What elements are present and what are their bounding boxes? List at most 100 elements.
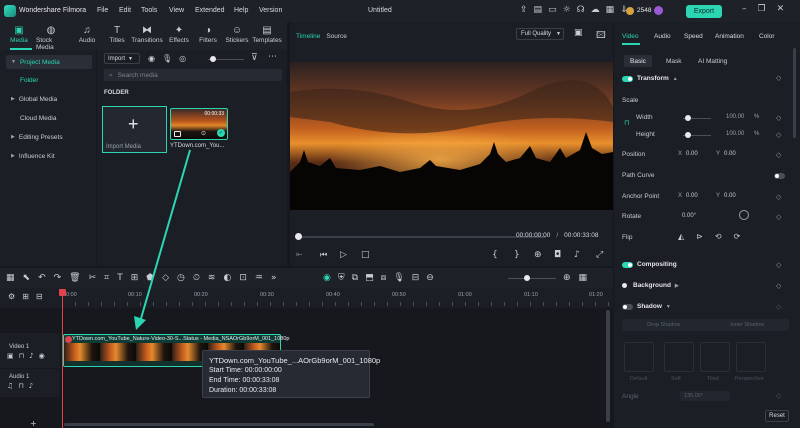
add-icon[interactable]: +	[30, 419, 37, 428]
rotate-field[interactable]: 0.00°	[682, 213, 696, 219]
add-track-icon[interactable]: ⊞	[22, 292, 29, 301]
angle-field[interactable]: 135.00°	[680, 391, 730, 401]
tab-effects[interactable]: ✦ Effects	[164, 24, 194, 44]
slider-knob[interactable]	[685, 132, 691, 138]
clip-icon[interactable]: ⊟	[412, 273, 420, 283]
rotate-left-icon[interactable]: ⟲	[715, 232, 722, 241]
path-curve-toggle[interactable]	[774, 173, 785, 179]
restore-icon[interactable]: ❐	[758, 4, 766, 14]
camera-icon[interactable]: ◘	[554, 250, 561, 260]
search-input[interactable]: ⌕ Search media	[104, 69, 282, 81]
grid-icon[interactable]: ▦	[606, 5, 615, 15]
reset-button[interactable]: Reset	[765, 410, 789, 422]
width-slider[interactable]	[683, 115, 711, 121]
position-y-field[interactable]: 0.00	[724, 151, 736, 157]
credits-badge[interactable]: 2548	[626, 6, 664, 15]
document-icon[interactable]: ▤	[534, 5, 543, 15]
timer-icon[interactable]: ⏲	[193, 273, 200, 283]
subtab-ai-matting[interactable]: AI Matting	[692, 55, 733, 67]
more-icon[interactable]: ⋯	[268, 52, 277, 62]
filter-icon[interactable]: ⊽	[251, 53, 258, 63]
more-tools-icon[interactable]: »	[271, 273, 277, 283]
preview-icon[interactable]: ⊙	[201, 130, 206, 137]
tab-audio[interactable]: ♫ Audio	[72, 24, 102, 44]
text-tool-icon[interactable]: T	[117, 273, 123, 283]
playhead-handle[interactable]	[59, 289, 66, 296]
rotate-right-icon[interactable]: ⟳	[734, 232, 741, 241]
tab-source-preview[interactable]: Source	[326, 33, 347, 40]
track-volume-icon[interactable]: ♪	[29, 382, 33, 390]
snap-icon[interactable]: ◉	[323, 273, 331, 283]
keyframe-tool-icon[interactable]: ◇	[162, 273, 169, 283]
cloud-icon[interactable]: ☁	[591, 5, 600, 15]
microphone-icon[interactable]: 🎙	[162, 54, 172, 63]
speed-icon[interactable]: ◷	[177, 273, 185, 283]
tab-media[interactable]: ▣ Media	[4, 24, 34, 44]
shadow-section[interactable]: Shadow ▼	[622, 303, 671, 310]
quality-dropdown[interactable]: Full Quality ▼	[516, 28, 564, 40]
playhead[interactable]	[59, 289, 66, 428]
select-tool-icon[interactable]: ⬉	[23, 273, 31, 283]
step-back-icon[interactable]: ⏮	[320, 250, 327, 260]
track-eye-icon[interactable]: ◉	[39, 352, 45, 360]
keyframe-icon[interactable]: ◇	[776, 282, 781, 290]
tab-templates[interactable]: ▤ Templates	[252, 24, 282, 44]
adjust-icon[interactable]: ≋	[208, 273, 216, 283]
track-audio-icon[interactable]: ♪	[29, 352, 33, 360]
width-value[interactable]: 100.00	[726, 114, 744, 120]
slider-knob[interactable]	[524, 275, 530, 281]
redo-icon[interactable]: ↷	[54, 273, 62, 283]
menu-view[interactable]: View	[169, 7, 184, 14]
previous-frame-icon[interactable]: ⇤	[296, 250, 303, 259]
cut-icon[interactable]: ✂	[89, 273, 97, 283]
eye-icon[interactable]: ◉	[148, 54, 155, 63]
export-button[interactable]: Export	[686, 5, 722, 18]
import-media-card[interactable]: + Import Media	[102, 106, 167, 153]
marker-icon[interactable]: ⬟	[146, 273, 154, 283]
crop-icon[interactable]: ⌗	[104, 273, 109, 283]
shadow-preset-perspective[interactable]	[736, 342, 766, 372]
ai-tool-icon[interactable]: ⊡	[239, 273, 247, 283]
shadow-preset-default[interactable]	[624, 342, 654, 372]
scrubber-knob[interactable]	[295, 233, 302, 240]
zoom-icon[interactable]: ⊕	[534, 250, 542, 260]
menu-file[interactable]: File	[97, 7, 108, 14]
inner-shadow-tab[interactable]: Inner Shadow	[706, 322, 790, 328]
lightbulb-icon[interactable]: ☼	[563, 5, 571, 15]
keyframe-icon[interactable]: ◇	[776, 303, 781, 311]
sidebar-item-folder[interactable]: Folder	[6, 73, 92, 87]
fullscreen-icon[interactable]: ⤢	[596, 250, 603, 260]
menu-edit[interactable]: Edit	[119, 7, 131, 14]
zoom-in-icon[interactable]: ⊕	[563, 273, 571, 283]
drop-shadow-tab[interactable]: Drop Shadow	[622, 322, 706, 328]
track-video-icon[interactable]: ▣	[7, 352, 14, 360]
zoom-out-icon[interactable]: ⊖	[426, 273, 434, 283]
shadow-preset-soft[interactable]	[664, 342, 694, 372]
tab-titles[interactable]: T Titles	[102, 24, 132, 44]
keyframe-icon[interactable]: ◇	[776, 131, 781, 139]
media-thumbnail[interactable]: 00:00:33 ⊙ ✓	[170, 108, 228, 140]
shadow-toggle[interactable]	[622, 303, 633, 310]
track-lock-icon[interactable]: ⊓	[18, 382, 23, 390]
link-icon[interactable]: ⊟	[36, 292, 43, 301]
preview-scrubber[interactable]	[295, 233, 546, 240]
upload-icon[interactable]: ⇪	[520, 5, 528, 15]
flip-horizontal-icon[interactable]: ◭	[678, 232, 684, 241]
keyframe-icon[interactable]: ◇	[776, 213, 781, 221]
transform-toggle[interactable]	[622, 75, 633, 82]
stop-icon[interactable]: □	[361, 250, 370, 260]
play-icon[interactable]: ▷	[340, 250, 347, 260]
add-to-timeline-icon[interactable]	[174, 131, 181, 137]
image-icon[interactable]: 🖾	[596, 28, 606, 44]
slider-knob[interactable]	[685, 115, 691, 121]
volume-icon[interactable]: ♪	[574, 250, 580, 260]
mic-record-icon[interactable]: 🎙	[393, 273, 404, 283]
shield-icon[interactable]: ⛨	[338, 273, 345, 283]
snapshot-icon[interactable]: ▣	[574, 28, 583, 38]
layout-icon[interactable]: ▦	[6, 273, 15, 283]
menu-help[interactable]: Help	[234, 7, 248, 14]
undo-icon[interactable]: ↶	[38, 273, 46, 283]
timeline-horizontal-scrollbar[interactable]	[64, 423, 374, 426]
flip-vertical-icon[interactable]: ⊳	[696, 232, 703, 241]
monitor-icon[interactable]: ▭	[548, 5, 557, 15]
